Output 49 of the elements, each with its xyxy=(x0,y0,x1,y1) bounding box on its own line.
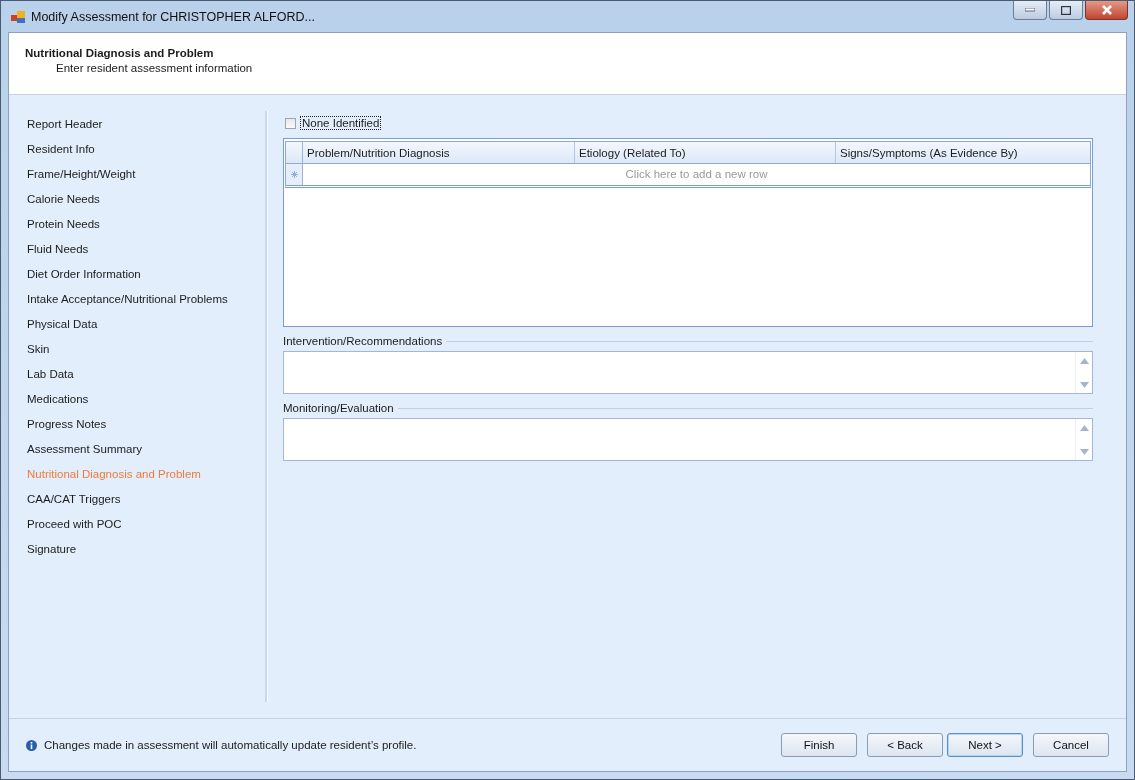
scroll-up-icon[interactable] xyxy=(1079,425,1089,431)
scroll-up-icon[interactable] xyxy=(1079,358,1089,364)
scrollbar[interactable] xyxy=(1075,352,1092,393)
page-subtitle: Enter resident assessment information xyxy=(55,62,254,74)
scroll-down-icon[interactable] xyxy=(1079,382,1089,388)
sidebar-item[interactable]: Fluid Needs xyxy=(27,242,265,267)
sidebar-item[interactable]: Assessment Summary xyxy=(27,442,265,467)
column-header[interactable]: Problem/Nutrition Diagnosis xyxy=(303,142,575,163)
sidebar-item[interactable]: Diet Order Information xyxy=(27,267,265,292)
maximize-icon xyxy=(1061,5,1071,15)
close-button[interactable] xyxy=(1085,1,1128,20)
text-area[interactable] xyxy=(283,351,1093,394)
minimize-button[interactable] xyxy=(1013,1,1047,20)
sidebar-item[interactable]: Report Header xyxy=(27,117,265,142)
sidebar-item[interactable]: Proceed with POC xyxy=(27,517,265,542)
dialog-button[interactable]: Cancel xyxy=(1033,733,1109,757)
scrollbar[interactable] xyxy=(1075,419,1092,460)
sidebar-item[interactable]: Signature xyxy=(27,542,265,567)
info-icon xyxy=(26,739,37,751)
close-icon xyxy=(1100,5,1113,15)
sidebar-item[interactable]: Protein Needs xyxy=(27,217,265,242)
info-message: Changes made in assessment will automatically update resident’s profile. xyxy=(44,739,417,751)
asterisk-icon xyxy=(290,171,298,178)
dialog-button[interactable]: Finish xyxy=(781,733,857,757)
sidebar-item[interactable]: Skin xyxy=(27,342,265,367)
page-title: Nutritional Diagnosis and Problem xyxy=(25,47,215,59)
sidebar-item[interactable]: Progress Notes xyxy=(27,417,265,442)
sidebar-item[interactable]: Physical Data xyxy=(27,317,265,342)
sidebar-item[interactable]: Frame/Height/Weight xyxy=(27,167,265,192)
sidebar-item[interactable]: Medications xyxy=(27,392,265,417)
sidebar-item[interactable]: Intake Acceptance/Nutritional Problems xyxy=(27,292,265,317)
scroll-down-icon[interactable] xyxy=(1079,449,1089,455)
dialog-button[interactable]: Next > xyxy=(947,733,1023,757)
sidebar-item[interactable]: Lab Data xyxy=(27,367,265,392)
checkbox[interactable] xyxy=(285,117,296,129)
column-header[interactable]: Signs/Symptoms (As Evidence By) xyxy=(836,142,1090,163)
sidebar-item[interactable]: Resident Info xyxy=(27,142,265,167)
section-label: Monitoring/Evaluation xyxy=(283,402,394,414)
checkbox-label[interactable]: None Identified xyxy=(300,116,382,130)
window-title: Modify Assessment for CHRISTOPHER ALFORD... xyxy=(31,9,315,24)
sidebar-item[interactable]: CAA/CAT Triggers xyxy=(27,492,265,517)
app-icon xyxy=(11,10,25,23)
dialog-button[interactable]: < Back xyxy=(867,733,943,757)
text-area[interactable] xyxy=(283,418,1093,461)
column-header[interactable]: Etiology (Related To) xyxy=(575,142,836,163)
maximize-button[interactable] xyxy=(1049,1,1083,20)
sidebar-item[interactable]: Calorie Needs xyxy=(27,192,265,217)
minimize-icon xyxy=(1025,8,1035,12)
section-label: Intervention/Recommendations xyxy=(283,335,443,347)
